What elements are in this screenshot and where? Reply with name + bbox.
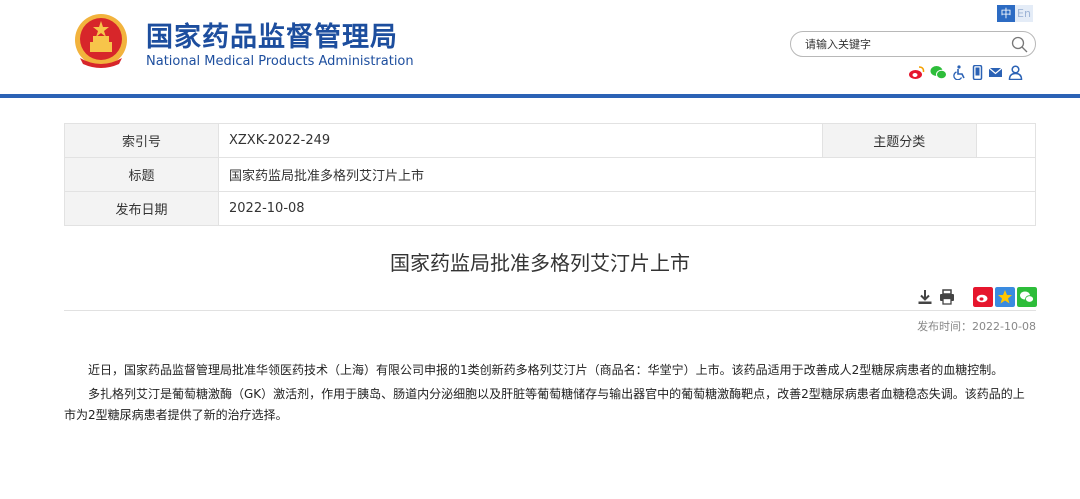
title-label: 标题: [64, 157, 219, 192]
mobile-icon[interactable]: [972, 64, 983, 80]
wechat-share-icon[interactable]: [1017, 287, 1037, 307]
header-divider: [0, 94, 1080, 98]
lang-en-button[interactable]: En: [1015, 5, 1033, 22]
search-icon[interactable]: [1011, 36, 1028, 53]
accessibility-icon[interactable]: [952, 64, 967, 80]
user-icon[interactable]: [1008, 64, 1023, 80]
article-title: 国家药监局批准多格列艾汀片上市: [390, 251, 690, 275]
qzone-share-icon[interactable]: [995, 287, 1015, 307]
weibo-icon[interactable]: [908, 65, 925, 80]
topic-label: 主题分类: [821, 123, 977, 158]
title-value: 国家药监局批准多格列艾汀片上市: [218, 157, 1036, 192]
print-icon[interactable]: [939, 289, 955, 305]
article-actions: [917, 287, 1037, 307]
publish-time: 发布时间：2022-10-08: [917, 320, 1036, 333]
date-label: 发布日期: [64, 191, 219, 226]
mail-icon[interactable]: [988, 65, 1003, 80]
download-icon[interactable]: [917, 289, 933, 305]
site-title-en[interactable]: National Medical Products Administration: [146, 54, 414, 69]
index-value: XZXK-2022-249: [218, 123, 823, 158]
date-value: 2022-10-08: [218, 191, 1036, 226]
lang-zh-button[interactable]: 中: [997, 5, 1015, 22]
article-body: 近日，国家药品监督管理局批准华领医药技术（上海）有限公司申报的1类创新药多格列艾…: [64, 360, 1036, 429]
article-paragraph: 近日，国家药品监督管理局批准华领医药技术（上海）有限公司申报的1类创新药多格列艾…: [88, 363, 1004, 377]
table-row: 索引号 XZXK-2022-249 主题分类: [64, 123, 1037, 158]
search-box: [790, 31, 1036, 57]
content-divider: [64, 310, 1036, 311]
article-paragraph: 多扎格列艾汀是葡萄糖激酶（GK）激活剂，作用于胰岛、肠道内分泌细胞以及肝脏等葡萄…: [64, 387, 1025, 422]
weibo-share-icon[interactable]: [973, 287, 993, 307]
index-label: 索引号: [64, 123, 219, 158]
tool-icons: [908, 63, 1023, 81]
topic-value: [975, 123, 1037, 158]
table-row: 发布日期 2022-10-08: [64, 191, 1036, 226]
national-emblem-icon[interactable]: [74, 12, 128, 68]
site-header: 国家药品监督管理局 National Medical Products Admi…: [0, 0, 1080, 95]
search-input[interactable]: [805, 36, 1005, 53]
site-title-cn[interactable]: 国家药品监督管理局: [146, 15, 398, 54]
info-table: 索引号 XZXK-2022-249 主题分类 标题 国家药监局批准多格列艾汀片上…: [64, 123, 1037, 226]
table-row: 标题 国家药监局批准多格列艾汀片上市: [64, 157, 1036, 192]
wechat-icon[interactable]: [930, 65, 947, 80]
